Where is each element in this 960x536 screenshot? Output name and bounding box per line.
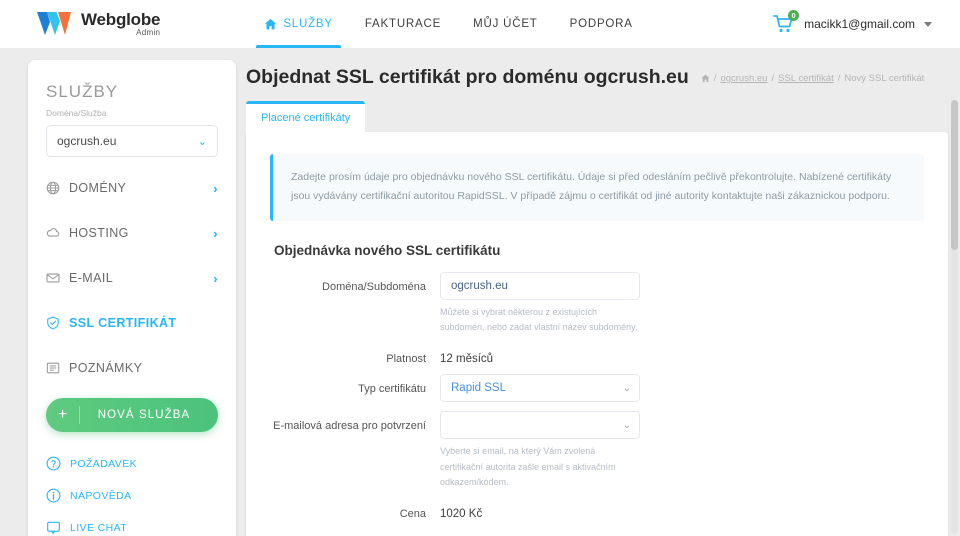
- tab-label: Placené certifikáty: [261, 112, 351, 124]
- sidebar-item-hosting[interactable]: HOSTING ›: [46, 218, 218, 248]
- chevron-down-icon: ⌄: [197, 135, 207, 148]
- confirm-email-hint: Vyberte si email, na který Vám zvolená c…: [440, 446, 616, 488]
- nav-item-fakturace[interactable]: FAKTURACE: [349, 0, 457, 48]
- help-link-live-chat[interactable]: LIVE CHAT: [46, 520, 218, 535]
- breadcrumb-separator: /: [713, 73, 717, 84]
- breadcrumb-item-ssl[interactable]: SSL certifikát: [778, 73, 834, 84]
- brand-logo[interactable]: Webglobe Admin: [34, 9, 161, 39]
- user-email[interactable]: macikk1@gmail.com: [804, 17, 915, 31]
- help-link-napoveda[interactable]: NÁPOVĚDA: [46, 488, 218, 503]
- home-icon: [265, 18, 277, 29]
- sidebar-item-label: HOSTING: [69, 226, 129, 240]
- sidebar-item-label: E-MAIL: [69, 271, 114, 285]
- top-right-area: 0 macikk1@gmail.com: [773, 10, 932, 35]
- order-section-title: Objednávka nového SSL certifikátu: [274, 242, 501, 258]
- field-label-cert-type: Typ certifikátu: [358, 383, 426, 396]
- plus-icon: +: [46, 406, 80, 424]
- page-scrollbar[interactable]: [951, 100, 958, 534]
- field-row-price: Cena 1020 Kč: [270, 499, 924, 520]
- nav-label: SLUŽBY: [283, 18, 333, 30]
- envelope-icon: [46, 273, 60, 283]
- nav-item-podpora[interactable]: PODPORA: [554, 0, 649, 48]
- brand-sub: Admin: [136, 28, 161, 37]
- sidebar-item-label: DOMÉNY: [69, 181, 127, 195]
- main-navigation: SLUŽBY FAKTURACE MŮJ ÚČET PODPORA: [248, 0, 648, 48]
- help-links: POŽADAVEK NÁPOVĚDA LIVE CHAT: [46, 456, 218, 536]
- help-link-label: POŽADAVEK: [70, 457, 138, 470]
- page-header: Objednat SSL certifikát pro doménu ogcru…: [240, 48, 948, 89]
- field-row-cert-type: Typ certifikátu Rapid SSL ⌄: [270, 374, 924, 403]
- webglobe-w-icon: [37, 12, 71, 35]
- chevron-right-icon: ›: [213, 270, 218, 286]
- sidebar-domain-select[interactable]: ogcrush.eu ⌄: [46, 125, 218, 157]
- new-service-button[interactable]: + NOVÁ SLUŽBA: [46, 398, 218, 432]
- sidebar-item-label: SSL CERTIFIKÁT: [69, 316, 177, 330]
- home-icon: [701, 74, 710, 82]
- globe-icon: [46, 181, 60, 195]
- chevron-down-icon: ⌄: [622, 382, 631, 394]
- cart-badge: 0: [788, 10, 800, 21]
- sidebar-menu: DOMÉNY › HOSTING › E-MAIL › SSL CERTIFIK…: [46, 173, 218, 383]
- breadcrumb-item-current: Nový SSL certifikát: [844, 73, 925, 84]
- brand-name: Webglobe: [81, 10, 161, 29]
- main-content: Objednat SSL certifikát pro doménu ogcru…: [240, 48, 948, 536]
- chevron-down-icon[interactable]: [924, 21, 932, 27]
- field-label-confirm-email: E-mailová adresa pro potvrzení: [273, 420, 426, 433]
- cloud-icon: [46, 228, 60, 237]
- breadcrumb-separator: /: [771, 73, 775, 84]
- nav-label: MŮJ ÚČET: [473, 18, 538, 30]
- help-link-label: LIVE CHAT: [70, 521, 128, 534]
- info-alert-text: Zadejte prosím údaje pro objednávku nové…: [291, 171, 892, 203]
- chevron-right-icon: ›: [213, 225, 218, 241]
- sidebar-item-email[interactable]: E-MAIL ›: [46, 263, 218, 293]
- nav-label: FAKTURACE: [364, 18, 442, 30]
- sidebar-title: SLUŽBY: [46, 82, 119, 101]
- domain-input[interactable]: [440, 271, 640, 300]
- sidebar-item-domeny[interactable]: DOMÉNY ›: [46, 173, 218, 203]
- help-link-label: NÁPOVĚDA: [70, 489, 132, 502]
- content-card: Zadejte prosím údaje pro objednávku nové…: [246, 132, 948, 536]
- chevron-down-icon: ⌄: [622, 419, 631, 431]
- notes-icon: [46, 362, 60, 374]
- chat-icon: [47, 521, 60, 534]
- cert-type-select[interactable]: Rapid SSL ⌄: [440, 374, 640, 403]
- page-body: SLUŽBY Doména/Služba ogcrush.eu ⌄ DOMÉNY…: [0, 48, 960, 536]
- cert-type-value: Rapid SSL: [451, 382, 506, 395]
- sidebar-domain-value: ogcrush.eu: [57, 134, 117, 148]
- scrollbar-thumb[interactable]: [951, 100, 958, 250]
- chevron-right-icon: ›: [213, 180, 218, 196]
- breadcrumb: / ogcrush.eu / SSL certifikát / Nový SSL…: [701, 73, 924, 84]
- confirm-email-select[interactable]: ⌄: [440, 411, 640, 440]
- nav-item-sluzby[interactable]: SLUŽBY: [248, 0, 349, 48]
- sidebar-domain-label: Doména/Služba: [46, 108, 107, 118]
- cart-button[interactable]: 0: [773, 10, 800, 35]
- sidebar: SLUŽBY Doména/Služba ogcrush.eu ⌄ DOMÉNY…: [28, 60, 236, 536]
- sidebar-item-ssl-certifikat[interactable]: SSL CERTIFIKÁT: [46, 308, 218, 338]
- sidebar-item-label: POZNÁMKY: [69, 361, 143, 375]
- nav-item-muj-ucet[interactable]: MŮJ ÚČET: [457, 0, 554, 48]
- nav-label: PODPORA: [569, 18, 633, 30]
- sidebar-item-poznamky[interactable]: POZNÁMKY: [46, 353, 218, 383]
- field-label-price: Cena: [399, 508, 426, 521]
- field-row-domain: Doména/Subdoména Můžete si vybrat někter…: [270, 271, 924, 336]
- info-circle-icon: [46, 488, 61, 503]
- info-alert: Zadejte prosím údaje pro objednávku nové…: [270, 154, 924, 221]
- field-label-validity: Platnost: [386, 353, 426, 366]
- breadcrumb-separator: /: [837, 73, 841, 84]
- top-bar: Webglobe Admin SLUŽBY FAKTURACE MŮJ ÚČET…: [0, 0, 960, 48]
- field-row-validity: Platnost 12 měsíců: [270, 344, 924, 365]
- tab-placene-certifikaty[interactable]: Placené certifikáty: [246, 101, 366, 132]
- question-circle-icon: [46, 456, 61, 471]
- domain-hint: Můžete si vybrat některou z existujících…: [440, 306, 638, 333]
- field-label-domain: Doména/Subdoména: [322, 280, 426, 293]
- help-link-pozadavek[interactable]: POŽADAVEK: [46, 456, 218, 471]
- field-row-confirm-email: E-mailová adresa pro potvrzení ⌄ Vyberte…: [270, 411, 924, 490]
- validity-value: 12 měsíců: [440, 353, 494, 366]
- breadcrumb-item-domain[interactable]: ogcrush.eu: [720, 73, 767, 84]
- new-service-label: NOVÁ SLUŽBA: [97, 409, 191, 421]
- shield-icon: [47, 316, 59, 330]
- page-title: Objednat SSL certifikát pro doménu ogcru…: [246, 66, 689, 88]
- tab-bar: Placené certifikáty: [246, 101, 948, 132]
- price-value: 1020 Kč: [440, 508, 483, 521]
